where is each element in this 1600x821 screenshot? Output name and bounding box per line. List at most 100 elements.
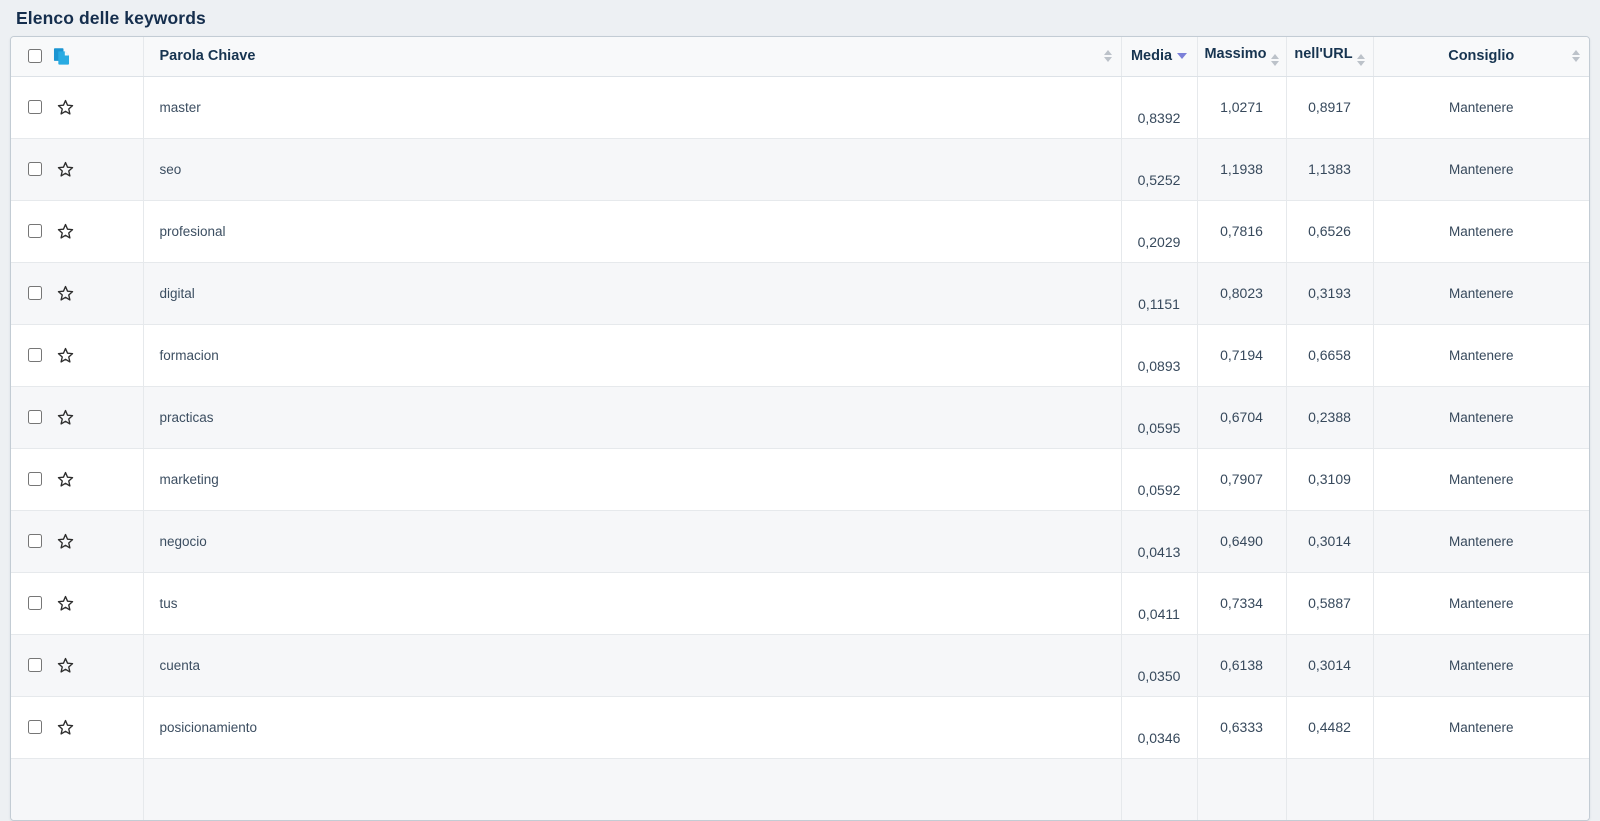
nell-url-cell: 0,4482 [1285,695,1373,758]
star-outline-icon[interactable] [56,284,75,303]
row-checkbox[interactable] [28,472,42,486]
nell-url-cell: 0,3014 [1285,633,1373,696]
massimo-cell: 0,8023 [1196,261,1286,324]
table-row: marketing 0,0592 0,7907 0,3109 Mantenere [11,447,1589,510]
table-row: digital 0,1151 0,8023 0,3193 Mantenere [11,261,1589,324]
media-cell: 0,1151 [1120,261,1197,324]
nell-url-cell: 0,5887 [1285,571,1373,634]
media-cell: 0,5252 [1120,137,1197,200]
row-selection-cell [11,447,143,510]
massimo-cell: 0,6704 [1196,385,1286,448]
row-selection-cell [11,571,143,634]
row-checkbox[interactable] [28,596,42,610]
keyword-cell: posicionamiento [142,695,1121,758]
table-row: formacion 0,0893 0,7194 0,6658 Mantenere [11,323,1589,386]
table-row: cuenta 0,0350 0,6138 0,3014 Mantenere [11,633,1589,696]
keyword-cell: master [142,75,1121,138]
star-outline-icon[interactable] [56,594,75,613]
column-header-keyword[interactable]: Parola Chiave [142,37,1121,77]
row-checkbox[interactable] [28,410,42,424]
keyword-cell: negocio [142,509,1121,572]
keyword-cell: cuenta [142,633,1121,696]
keyword-cell: profesional [142,199,1121,262]
nell-url-cell: 0,3014 [1285,509,1373,572]
row-checkbox[interactable] [28,162,42,176]
table-row: tus 0,0411 0,7334 0,5887 Mantenere [11,571,1589,634]
row-checkbox[interactable] [28,348,42,362]
consiglio-cell: Mantenere [1372,695,1589,758]
row-selection-cell [11,323,143,386]
table-row-cutoff [11,757,1589,820]
star-outline-icon[interactable] [56,160,75,179]
table-row: practicas 0,0595 0,6704 0,2388 Mantenere [11,385,1589,448]
sort-icon-nell-url [1356,54,1365,67]
row-checkbox[interactable] [28,720,42,734]
keywords-table: Parola Chiave Media Massimo nell'URL Con… [10,36,1590,821]
table-row: profesional 0,2029 0,7816 0,6526 Mantene… [11,199,1589,262]
column-header-media[interactable]: Media [1120,37,1197,77]
table-header-row: Parola Chiave Media Massimo nell'URL Con… [11,37,1589,77]
keyword-cell: formacion [142,323,1121,386]
row-checkbox[interactable] [28,224,42,238]
star-outline-icon[interactable] [56,222,75,241]
header-selection-cell [11,37,143,77]
massimo-cell: 0,7194 [1196,323,1286,386]
consiglio-cell: Mantenere [1372,447,1589,510]
media-cell: 0,0350 [1120,633,1197,696]
star-outline-icon[interactable] [56,346,75,365]
nell-url-cell: 0,8917 [1285,75,1373,138]
row-selection-cell [11,633,143,696]
row-checkbox[interactable] [28,100,42,114]
consiglio-cell: Mantenere [1372,571,1589,634]
consiglio-cell: Mantenere [1372,261,1589,324]
massimo-cell: 0,6333 [1196,695,1286,758]
keyword-cell: digital [142,261,1121,324]
table-row: negocio 0,0413 0,6490 0,3014 Mantenere [11,509,1589,572]
massimo-cell: 0,7816 [1196,199,1286,262]
table-row: seo 0,5252 1,1938 1,1383 Mantenere [11,137,1589,200]
media-cell: 0,0411 [1120,571,1197,634]
row-selection-cell [11,261,143,324]
consiglio-cell: Mantenere [1372,199,1589,262]
keyword-cell: marketing [142,447,1121,510]
sort-desc-icon-media [1177,53,1188,60]
consiglio-cell: Mantenere [1372,385,1589,448]
media-cell: 0,0592 [1120,447,1197,510]
star-outline-icon[interactable] [56,470,75,489]
massimo-cell: 1,1938 [1196,137,1286,200]
star-outline-icon[interactable] [56,532,75,551]
row-selection-cell [11,199,143,262]
row-checkbox[interactable] [28,534,42,548]
row-checkbox[interactable] [28,658,42,672]
media-cell: 0,0595 [1120,385,1197,448]
column-header-massimo[interactable]: Massimo [1196,37,1286,77]
keyword-cell: tus [142,571,1121,634]
sort-icon-massimo [1270,54,1279,67]
table-row: master 0,8392 1,0271 0,8917 Mantenere [11,75,1589,138]
massimo-cell: 0,7907 [1196,447,1286,510]
sort-icon-keyword [1103,50,1112,63]
row-checkbox[interactable] [28,286,42,300]
media-cell: 0,8392 [1120,75,1197,138]
column-header-consiglio[interactable]: Consiglio [1372,37,1589,77]
column-header-nell-url[interactable]: nell'URL [1285,37,1373,77]
keyword-cell: practicas [142,385,1121,448]
nell-url-cell: 0,3109 [1285,447,1373,510]
select-all-checkbox[interactable] [28,49,42,64]
media-cell: 0,0346 [1120,695,1197,758]
nell-url-cell: 0,3193 [1285,261,1373,324]
consiglio-cell: Mantenere [1372,633,1589,696]
star-outline-icon[interactable] [56,656,75,675]
media-cell: 0,2029 [1120,199,1197,262]
star-outline-icon[interactable] [56,718,75,737]
consiglio-cell: Mantenere [1372,137,1589,200]
row-selection-cell [11,137,143,200]
keyword-cell: seo [142,137,1121,200]
star-outline-icon[interactable] [56,98,75,117]
nell-url-cell: 1,1383 [1285,137,1373,200]
copy-pages-icon[interactable] [52,47,71,66]
nell-url-cell: 0,6658 [1285,323,1373,386]
consiglio-cell: Mantenere [1372,75,1589,138]
row-selection-cell [11,75,143,138]
star-outline-icon[interactable] [56,408,75,427]
